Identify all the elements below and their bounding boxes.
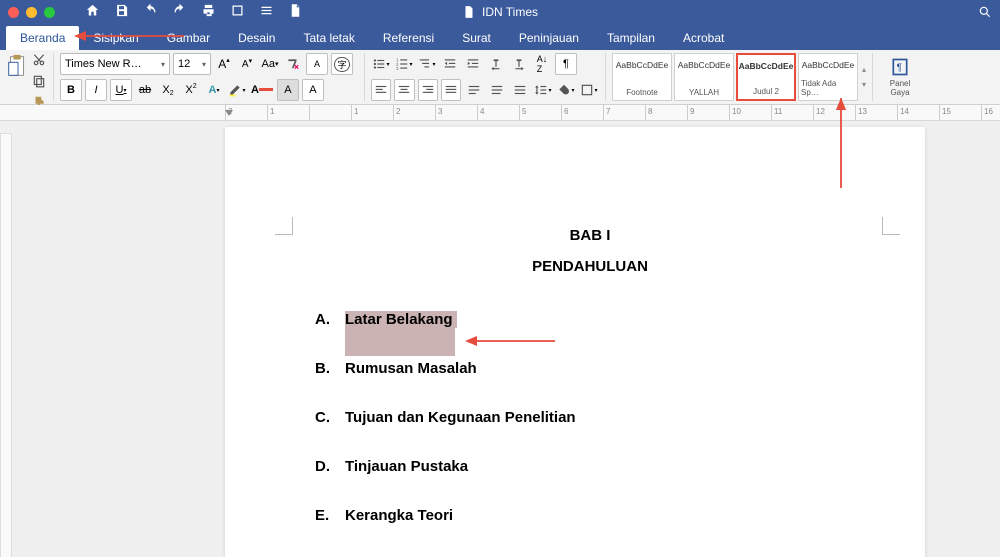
outline-item-a[interactable]: A. Latar Belakang	[315, 311, 865, 328]
minimize-window[interactable]	[26, 7, 37, 18]
justify-button[interactable]	[441, 79, 461, 101]
svg-text:¶: ¶	[897, 62, 902, 73]
change-case-button[interactable]: Aa▾	[260, 54, 280, 74]
styles-group: AaBbCcDdEe Footnote AaBbCcDdEe YALLAH Aa…	[612, 53, 873, 101]
increase-font-button[interactable]: A▴	[214, 54, 234, 74]
indent-increase-button[interactable]	[463, 54, 483, 74]
outline-item-d[interactable]: D. Tinjauan Pustaka	[315, 458, 865, 475]
chapter-subtitle[interactable]: PENDAHULUAN	[315, 258, 865, 275]
tab-tampilan[interactable]: Tampilan	[593, 26, 669, 50]
style-footnote[interactable]: AaBbCcDdEe Footnote	[612, 53, 672, 101]
justify-med-button[interactable]	[487, 80, 507, 100]
tab-referensi[interactable]: Referensi	[369, 26, 448, 50]
outline-item-e[interactable]: E. Kerangka Teori	[315, 507, 865, 524]
page[interactable]: BAB I PENDAHULUAN A. Latar Belakang B. R…	[225, 127, 925, 557]
document-title: IDN Times	[462, 5, 538, 19]
styles-pane-button[interactable]: ¶ Panel Gaya	[879, 53, 921, 101]
home-icon[interactable]	[85, 3, 100, 21]
file-icon[interactable]	[288, 3, 303, 21]
prev-page-edge	[0, 133, 12, 557]
styles-scroll-up-icon[interactable]: ▴	[862, 65, 866, 74]
bullets-button[interactable]: ▾	[371, 54, 391, 74]
touch-mode-icon[interactable]	[259, 3, 274, 21]
window-controls	[8, 7, 55, 18]
paste-button[interactable]	[6, 53, 30, 79]
numbering-button[interactable]: 123▾	[394, 54, 414, 74]
superscript-button[interactable]: X2	[181, 80, 201, 100]
underline-button[interactable]: U▾	[110, 79, 132, 101]
borders-button[interactable]: ▾	[579, 80, 599, 100]
char-border-button[interactable]: A	[302, 79, 324, 101]
tab-gambar[interactable]: Gambar	[153, 26, 224, 50]
font-size-select[interactable]: 12▾	[173, 53, 211, 75]
multilevel-button[interactable]: ▾	[417, 54, 437, 74]
clipboard-group: Tempel	[6, 53, 54, 101]
char-shading-button[interactable]: A	[277, 79, 299, 101]
indent-decrease-button[interactable]	[440, 54, 460, 74]
cut-icon[interactable]	[32, 53, 46, 72]
line-spacing-button[interactable]: ▾	[533, 80, 553, 100]
text-effects-button[interactable]: A▾	[204, 80, 224, 100]
style-yallah[interactable]: AaBbCcDdEe YALLAH	[674, 53, 734, 101]
font-name-select[interactable]: Times New R…▾	[60, 53, 170, 75]
style-judul2[interactable]: AaBbCcDdEe Judul 2	[736, 53, 796, 101]
clear-format-button[interactable]	[283, 54, 303, 74]
font-group: Times New R…▾ 12▾ A▴ A▾ Aa▾ A 字 B I U▾ a…	[60, 53, 365, 101]
redo-icon[interactable]	[172, 3, 187, 21]
chapter-heading[interactable]: BAB I	[315, 227, 865, 244]
page-content[interactable]: BAB I PENDAHULUAN A. Latar Belakang B. R…	[315, 227, 865, 556]
tab-beranda[interactable]: Beranda	[6, 26, 79, 50]
selected-text: Latar Belakang	[345, 311, 457, 328]
svg-text:3: 3	[397, 66, 400, 71]
zoom-window[interactable]	[44, 7, 55, 18]
styles-scroll-down-icon[interactable]: ▾	[862, 80, 866, 89]
ltr-button[interactable]	[486, 54, 506, 74]
tab-peninjauan[interactable]: Peninjauan	[505, 26, 593, 50]
decrease-font-button[interactable]: A▾	[237, 54, 257, 74]
shading-button[interactable]: ▾	[556, 80, 576, 100]
show-marks-button[interactable]: ¶	[555, 53, 577, 75]
justify-high-button[interactable]	[510, 80, 530, 100]
outline-item-b[interactable]: B. Rumusan Masalah	[315, 360, 865, 377]
justify-low-button[interactable]	[464, 80, 484, 100]
enclose-button[interactable]: 字	[331, 53, 353, 75]
tab-surat[interactable]: Surat	[448, 26, 505, 50]
font-color-button[interactable]: A	[250, 80, 274, 100]
close-window[interactable]	[8, 7, 19, 18]
highlight-button[interactable]: ▾	[227, 80, 247, 100]
outline-item-c[interactable]: C. Tujuan dan Kegunaan Penelitian	[315, 409, 865, 426]
tab-desain[interactable]: Desain	[224, 26, 289, 50]
save-icon[interactable]	[114, 3, 129, 21]
bold-button[interactable]: B	[60, 79, 82, 101]
tab-tataletak[interactable]: Tata letak	[289, 26, 368, 50]
ribbon: Tempel Times New R…▾ 12▾ A▴ A▾ Aa▾ A 字 B…	[0, 50, 1000, 105]
align-left-button[interactable]	[371, 79, 391, 101]
print-preview-icon[interactable]	[230, 3, 245, 21]
rtl-button[interactable]	[509, 54, 529, 74]
document-canvas: BAB I PENDAHULUAN A. Latar Belakang B. R…	[0, 121, 1000, 557]
tab-acrobat[interactable]: Acrobat	[669, 26, 738, 50]
italic-button[interactable]: I	[85, 79, 107, 101]
print-icon[interactable]	[201, 3, 216, 21]
phonetic-button[interactable]: A	[306, 53, 328, 75]
strike-button[interactable]: ab	[135, 80, 155, 100]
titlebar: IDN Times	[0, 0, 1000, 24]
undo-icon[interactable]	[143, 3, 158, 21]
tab-sisipkan[interactable]: Sisipkan	[79, 26, 152, 50]
horizontal-ruler[interactable]: 211234567891011121314151617	[0, 105, 1000, 121]
paragraph-group: ▾ 123▾ ▾ A↓Z ¶ ▾ ▾ ▾	[371, 53, 606, 101]
sort-button[interactable]: A↓Z	[532, 54, 552, 74]
align-right-button[interactable]	[418, 79, 438, 101]
style-tidakadasp[interactable]: AaBbCcDdEe Tidak Ada Sp…	[798, 53, 858, 101]
copy-icon[interactable]	[32, 74, 46, 93]
word-icon	[462, 5, 476, 19]
align-center-button[interactable]	[394, 79, 414, 101]
subscript-button[interactable]: X2	[158, 80, 178, 100]
quick-access-toolbar	[85, 3, 303, 21]
search-icon[interactable]	[978, 5, 992, 19]
menu-tabs: Beranda Sisipkan Gambar Desain Tata leta…	[0, 24, 1000, 50]
